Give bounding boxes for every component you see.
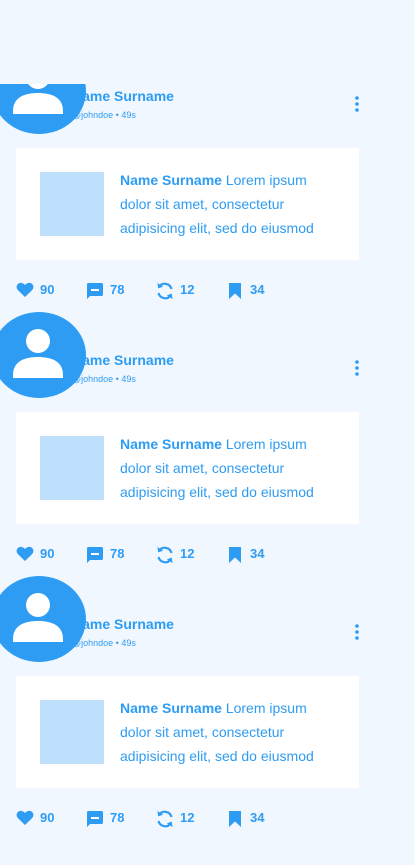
comment-count: 78 bbox=[110, 546, 125, 561]
post-actions: 90 78 12 34 bbox=[0, 280, 414, 302]
user-icon bbox=[13, 593, 63, 642]
post-thumbnail[interactable] bbox=[40, 700, 104, 764]
post-actions: 90 78 12 34 bbox=[0, 544, 414, 566]
like-count: 90 bbox=[40, 282, 55, 297]
feed-viewport: Name Surname @johndoe • 49s Name Surname… bbox=[0, 84, 414, 864]
more-options-button[interactable] bbox=[348, 358, 366, 378]
heart-icon bbox=[16, 546, 34, 561]
like-count: 90 bbox=[40, 546, 55, 561]
post-text: Name Surname Lorem ipsum dolor sit amet,… bbox=[120, 432, 340, 504]
bookmark-count: 34 bbox=[250, 282, 265, 297]
more-vertical-icon bbox=[355, 360, 359, 376]
bookmark-button[interactable]: 34 bbox=[226, 544, 276, 566]
bookmark-count: 34 bbox=[250, 546, 265, 561]
bookmark-button[interactable]: 34 bbox=[226, 280, 276, 302]
author-meta: @johndoe • 49s bbox=[72, 374, 136, 384]
like-button[interactable]: 90 bbox=[16, 544, 66, 566]
comment-icon bbox=[87, 283, 103, 299]
post-text: Name Surname Lorem ipsum dolor sit amet,… bbox=[120, 696, 340, 768]
author-name[interactable]: Name Surname bbox=[72, 616, 174, 632]
post-header: Name Surname @johndoe • 49s bbox=[0, 84, 414, 140]
author-name[interactable]: Name Surname bbox=[72, 88, 174, 104]
comment-button[interactable]: 78 bbox=[86, 280, 136, 302]
repost-icon bbox=[157, 282, 173, 300]
comment-button[interactable]: 78 bbox=[86, 544, 136, 566]
more-vertical-icon bbox=[355, 96, 359, 112]
comment-button[interactable]: 78 bbox=[86, 808, 136, 830]
repost-icon bbox=[157, 546, 173, 564]
like-button[interactable]: 90 bbox=[16, 808, 66, 830]
post-thumbnail[interactable] bbox=[40, 172, 104, 236]
comment-icon bbox=[87, 547, 103, 563]
bookmark-count: 34 bbox=[250, 810, 265, 825]
post-header: Name Surname @johndoe • 49s bbox=[0, 576, 414, 668]
repost-count: 12 bbox=[180, 546, 195, 561]
card-author-name: Name Surname bbox=[120, 172, 222, 188]
avatar[interactable] bbox=[0, 576, 86, 662]
author-meta: @johndoe • 49s bbox=[72, 110, 136, 120]
avatar[interactable] bbox=[0, 312, 86, 398]
heart-icon bbox=[16, 282, 34, 297]
heart-icon bbox=[16, 810, 34, 825]
post-actions: 90 78 12 34 bbox=[0, 808, 414, 830]
comment-icon bbox=[87, 811, 103, 827]
user-icon bbox=[13, 84, 63, 114]
comment-count: 78 bbox=[110, 282, 125, 297]
comment-count: 78 bbox=[110, 810, 125, 825]
post-header: Name Surname @johndoe • 49s bbox=[0, 312, 414, 404]
repost-count: 12 bbox=[180, 810, 195, 825]
repost-icon bbox=[157, 810, 173, 828]
avatar[interactable] bbox=[0, 84, 86, 134]
post-text: Name Surname Lorem ipsum dolor sit amet,… bbox=[120, 168, 340, 240]
post: Name Surname @johndoe • 49s Name Surname… bbox=[0, 84, 414, 348]
repost-button[interactable]: 12 bbox=[156, 280, 206, 302]
bookmark-icon bbox=[229, 283, 241, 299]
post: Name Surname @johndoe • 49s Name Surname… bbox=[0, 576, 414, 864]
post-feed: Name Surname @johndoe • 49s Name Surname… bbox=[0, 0, 414, 865]
post-thumbnail[interactable] bbox=[40, 436, 104, 500]
repost-count: 12 bbox=[180, 282, 195, 297]
bookmark-button[interactable]: 34 bbox=[226, 808, 276, 830]
post-card[interactable]: Name Surname Lorem ipsum dolor sit amet,… bbox=[16, 676, 359, 788]
author-name[interactable]: Name Surname bbox=[72, 352, 174, 368]
post-card[interactable]: Name Surname Lorem ipsum dolor sit amet,… bbox=[16, 148, 359, 260]
author-meta: @johndoe • 49s bbox=[72, 638, 136, 648]
card-author-name: Name Surname bbox=[120, 700, 222, 716]
post: Name Surname @johndoe • 49s Name Surname… bbox=[0, 312, 414, 612]
more-vertical-icon bbox=[355, 624, 359, 640]
like-button[interactable]: 90 bbox=[16, 280, 66, 302]
repost-button[interactable]: 12 bbox=[156, 544, 206, 566]
user-icon bbox=[13, 329, 63, 378]
more-options-button[interactable] bbox=[348, 622, 366, 642]
bookmark-icon bbox=[229, 811, 241, 827]
like-count: 90 bbox=[40, 810, 55, 825]
card-author-name: Name Surname bbox=[120, 436, 222, 452]
post-card[interactable]: Name Surname Lorem ipsum dolor sit amet,… bbox=[16, 412, 359, 524]
more-options-button[interactable] bbox=[348, 94, 366, 114]
bookmark-icon bbox=[229, 547, 241, 563]
repost-button[interactable]: 12 bbox=[156, 808, 206, 830]
